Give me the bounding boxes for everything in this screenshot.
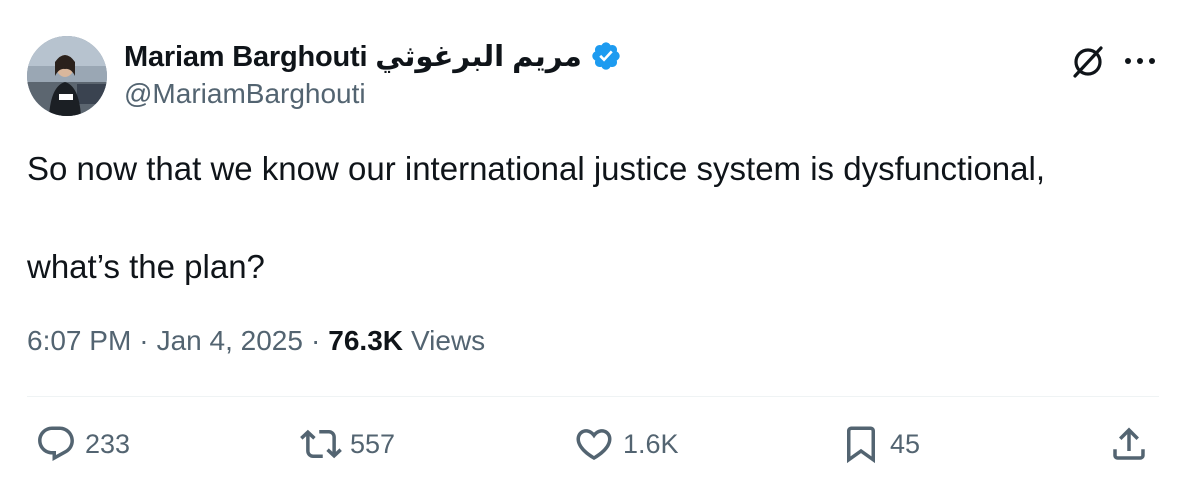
divider — [27, 396, 1159, 397]
tweet-date[interactable]: Jan 4, 2025 — [157, 325, 303, 357]
more-icon[interactable] — [1122, 46, 1158, 76]
share-button[interactable] — [1108, 422, 1150, 466]
author-name-row: Mariam Barghouti مريم البرغوثي — [124, 38, 622, 74]
like-button[interactable]: 1.6K — [573, 422, 679, 466]
author-display-name[interactable]: Mariam Barghouti مريم البرغوثي — [124, 39, 582, 74]
more-dot — [1149, 58, 1155, 64]
meta-separator: · — [139, 325, 149, 356]
avatar[interactable] — [27, 36, 107, 116]
like-count: 1.6K — [623, 428, 679, 459]
bookmark-button[interactable]: 45 — [840, 422, 920, 466]
tweet-text: So now that we know our international ju… — [27, 148, 1157, 288]
views-count[interactable]: 76.3K — [328, 325, 403, 357]
verified-badge-icon[interactable] — [590, 40, 622, 72]
author-block: Mariam Barghouti مريم البرغوثي @MariamBa… — [124, 38, 622, 110]
meta-separator: · — [310, 325, 321, 356]
views-label[interactable]: Views — [411, 325, 485, 357]
repost-count: 557 — [350, 428, 396, 459]
tweet-time[interactable]: 6:07 PM — [27, 325, 131, 357]
repost-icon — [300, 429, 342, 459]
share-icon — [1113, 427, 1145, 460]
reply-icon — [38, 426, 74, 461]
tweet-text-gap — [27, 190, 1157, 246]
author-handle[interactable]: @MariamBarghouti — [124, 78, 622, 110]
grok-icon[interactable] — [1068, 42, 1108, 82]
reply-count: 233 — [85, 428, 131, 459]
tweet-text-line-1: So now that we know our international ju… — [27, 150, 1046, 187]
tweet-meta: 6:07 PM · Jan 4, 2025 · 76.3K Views — [27, 325, 485, 357]
tweet-text-line-2: what’s the plan? — [27, 248, 265, 285]
more-dot — [1125, 58, 1131, 64]
heart-icon — [576, 429, 612, 461]
bookmark-icon — [847, 426, 875, 464]
bookmark-count: 45 — [890, 428, 921, 459]
more-dot — [1137, 58, 1143, 64]
repost-button[interactable]: 557 — [300, 422, 395, 466]
reply-button[interactable]: 233 — [35, 422, 130, 466]
